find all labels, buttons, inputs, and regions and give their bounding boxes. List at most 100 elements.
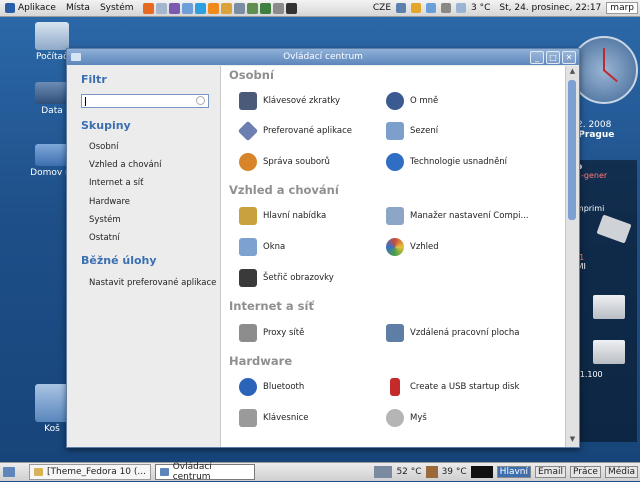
workspace-main[interactable]: Hlavní	[496, 466, 531, 478]
menu-places[interactable]: Místa	[61, 3, 95, 13]
item-accessibility[interactable]: Technologie usnadnění	[386, 153, 507, 171]
window-titlebar[interactable]: Ovládací centrum _ □ ✕	[67, 49, 579, 65]
item-about-me[interactable]: O mně	[386, 92, 438, 110]
sidebar-group-system[interactable]: Systém	[89, 215, 121, 225]
filter-heading: Filtr	[81, 73, 107, 86]
text-editor-icon[interactable]	[272, 2, 284, 14]
item-network-proxy[interactable]: Proxy sítě	[239, 324, 304, 342]
temperature[interactable]: 3 °C	[471, 3, 490, 13]
item-label: Vzdálená pracovní plocha	[410, 328, 520, 338]
item-mouse[interactable]: Myš	[386, 409, 427, 427]
category-internet: Internet a síť	[229, 299, 314, 313]
item-appearance[interactable]: Vzhled	[386, 238, 439, 256]
document-icon[interactable]	[259, 2, 271, 14]
photo-editor-icon[interactable]	[246, 2, 258, 14]
clock-hour-hand	[603, 48, 605, 70]
fedora-logo-icon	[5, 3, 15, 13]
taskbar-item-control-center[interactable]: Ovládací centrum	[154, 462, 255, 482]
user-switcher[interactable]: marp	[606, 2, 638, 14]
network-icon[interactable]	[396, 3, 407, 13]
preferred-apps-icon	[237, 120, 259, 142]
taskbar-label: [Theme_Fedora 10 (...	[47, 467, 146, 477]
common-tasks-heading: Běžné úlohy	[81, 254, 157, 267]
item-bluetooth[interactable]: Bluetooth	[239, 378, 304, 396]
scrollbar-thumb[interactable]	[568, 80, 576, 220]
item-file-management[interactable]: Správa souborů	[239, 153, 330, 171]
scroll-up-arrow-icon[interactable]: ▲	[566, 67, 579, 78]
home-folder-icon	[35, 144, 69, 166]
window-icon	[159, 468, 169, 476]
applications-menu[interactable]: Aplikace	[0, 3, 61, 13]
bottom-panel: [Theme_Fedora 10 (... Ovládací centrum 5…	[0, 462, 640, 482]
item-label: Hlavní nabídka	[263, 211, 327, 221]
irc-icon[interactable]	[181, 2, 193, 14]
settings-icon[interactable]	[233, 2, 245, 14]
workspace-work[interactable]: Práce	[569, 466, 601, 478]
scroll-down-arrow-icon[interactable]: ▼	[566, 435, 579, 446]
media-player-icon[interactable]	[220, 2, 232, 14]
taskbar-item-theme[interactable]: [Theme_Fedora 10 (...	[29, 464, 151, 480]
window-controls: _ □ ✕	[530, 51, 576, 64]
sidebar-group-personal[interactable]: Osobní	[89, 142, 118, 152]
weather-icon[interactable]	[456, 3, 467, 13]
item-compiz-settings[interactable]: Manažer nastavení Compi...	[386, 207, 529, 225]
item-windows[interactable]: Okna	[239, 238, 285, 256]
volume-icon[interactable]	[441, 3, 452, 13]
show-desktop-icon[interactable]	[3, 467, 15, 477]
item-label: Šetřič obrazovky	[263, 273, 334, 283]
item-session[interactable]: Sezení	[386, 122, 438, 140]
item-keyboard-shortcuts[interactable]: Klávesové zkratky	[239, 92, 340, 110]
minimize-button[interactable]: _	[530, 51, 544, 64]
menu-applications[interactable]: Aplikace	[18, 3, 56, 13]
keyboard-layout[interactable]: CZE	[373, 3, 391, 13]
task-set-preferred-apps[interactable]: Nastavit preferované aplikace	[89, 278, 216, 288]
network-proxy-icon	[239, 324, 257, 342]
search-input[interactable]	[81, 94, 209, 108]
item-preferred-apps[interactable]: Preferované aplikace	[237, 120, 353, 142]
sidebar-group-internet[interactable]: Internet a síť	[89, 178, 144, 188]
gpu-temp[interactable]: 39 °C	[442, 467, 467, 477]
terminal-icon[interactable]	[285, 2, 297, 14]
item-main-menu[interactable]: Hlavní nabídka	[239, 207, 326, 225]
datetime[interactable]: St, 24. prosinec, 22:17	[499, 3, 601, 13]
remote-desktop-icon	[386, 324, 404, 342]
desktop-icon-label: Koš	[44, 424, 60, 434]
vlc-icon[interactable]	[207, 2, 219, 14]
category-look-and-feel: Vzhled a chování	[229, 183, 339, 197]
skype-icon[interactable]	[194, 2, 206, 14]
hard-disk-icon	[593, 340, 625, 364]
update-icon[interactable]	[411, 3, 422, 13]
item-keyboard[interactable]: Klávesnice	[239, 409, 308, 427]
sidebar-group-look-and-feel[interactable]: Vzhled a chování	[89, 160, 162, 170]
panel-launchers	[142, 2, 297, 14]
cpu-temp[interactable]: 52 °C	[396, 467, 421, 477]
item-screensaver[interactable]: Šetřič obrazovky	[239, 269, 334, 287]
item-remote-desktop[interactable]: Vzdálená pracovní plocha	[386, 324, 519, 342]
workspace-media[interactable]: Média	[604, 466, 638, 478]
category-personal: Osobní	[229, 68, 274, 82]
appearance-icon	[386, 238, 404, 256]
item-label: Manažer nastavení Compi...	[410, 211, 529, 221]
mail-icon[interactable]	[155, 2, 167, 14]
top-panel: Aplikace Místa Systém CZE 3 °C St, 24. p…	[0, 0, 640, 17]
item-label: Bluetooth	[263, 382, 305, 392]
usb-startup-disk-icon	[390, 378, 400, 396]
item-label: Proxy sítě	[263, 328, 305, 338]
content-scrollbar[interactable]: ▲ ▼	[565, 66, 579, 447]
menu-system[interactable]: Systém	[95, 3, 139, 13]
item-label: Preferované aplikace	[263, 126, 353, 136]
windows-icon	[239, 238, 257, 256]
chat-icon[interactable]	[168, 2, 180, 14]
item-usb-startup-disk[interactable]: Create a USB startup disk	[386, 378, 519, 396]
clock-widget	[570, 36, 638, 104]
system-monitor-graph[interactable]	[470, 466, 493, 478]
sidebar-group-hardware[interactable]: Hardware	[89, 197, 130, 207]
sidebar-group-other[interactable]: Ostatní	[89, 233, 120, 243]
item-label: O mně	[410, 96, 439, 106]
wifi-icon[interactable]	[426, 3, 437, 13]
workspace-email[interactable]: Email	[535, 466, 566, 478]
firefox-icon[interactable]	[142, 2, 154, 14]
hard-disk-icon	[593, 295, 625, 319]
close-button[interactable]: ✕	[562, 51, 576, 64]
maximize-button[interactable]: □	[546, 51, 560, 64]
